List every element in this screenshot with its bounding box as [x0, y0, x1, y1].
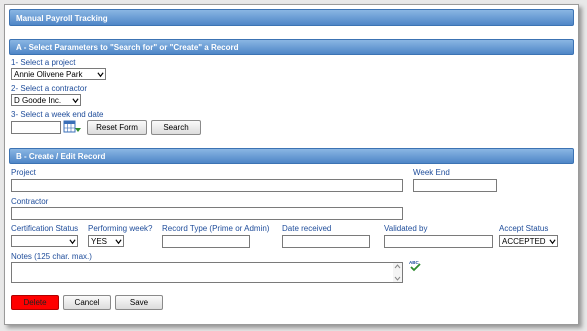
project-select-value: Annie Olivene Park — [14, 70, 83, 79]
page-title-bar: Manual Payroll Tracking — [9, 9, 574, 26]
performing-week-value: YES — [91, 237, 108, 246]
chevron-down-icon — [97, 72, 104, 78]
week-end-field-label: Week End — [413, 168, 450, 177]
payroll-form-window: Manual Payroll Tracking A - Select Param… — [4, 4, 579, 325]
delete-button[interactable]: Delete — [11, 295, 59, 310]
chevron-down-icon — [115, 239, 122, 245]
scroll-up-icon[interactable] — [394, 264, 401, 269]
project-select-label: 1- Select a project — [11, 58, 76, 67]
svg-text:ABC: ABC — [409, 260, 419, 265]
week-end-field[interactable] — [413, 179, 497, 192]
date-received-field[interactable] — [282, 235, 370, 248]
cancel-button[interactable]: Cancel — [63, 295, 111, 310]
project-select[interactable]: Annie Olivene Park — [11, 68, 106, 80]
section-a-header: A - Select Parameters to "Search for" or… — [9, 39, 574, 55]
notes-textarea[interactable] — [11, 262, 403, 283]
contractor-field[interactable] — [11, 207, 403, 220]
save-button[interactable]: Save — [115, 295, 163, 310]
week-date-label: 3- Select a week end date — [11, 110, 104, 119]
chevron-down-icon — [72, 98, 79, 104]
chevron-down-icon — [549, 239, 556, 245]
week-end-date-input[interactable] — [11, 121, 61, 134]
contractor-select-label: 2- Select a contractor — [11, 84, 88, 93]
performing-week-label: Performing week? — [88, 224, 153, 233]
section-b-header: B - Create / Edit Record — [9, 148, 574, 164]
record-type-field[interactable] — [162, 235, 250, 248]
contractor-select[interactable]: D Goode Inc. — [11, 94, 81, 106]
accept-status-value: ACCEPTED — [502, 237, 546, 246]
validated-by-field[interactable] — [384, 235, 493, 248]
page-title: Manual Payroll Tracking — [16, 14, 108, 23]
certification-status-select[interactable] — [11, 235, 78, 247]
contractor-field-label: Contractor — [11, 197, 49, 206]
spellcheck-icon[interactable]: ABC — [408, 259, 421, 272]
reset-form-button[interactable]: Reset Form — [87, 120, 147, 135]
chevron-down-icon — [69, 239, 76, 245]
date-received-label: Date received — [282, 224, 332, 233]
accept-status-label: Accept Status — [499, 224, 549, 233]
contractor-select-value: D Goode Inc. — [14, 96, 62, 105]
search-button[interactable]: Search — [151, 120, 201, 135]
record-type-label: Record Type (Prime or Admin) — [162, 224, 270, 233]
project-field[interactable] — [11, 179, 403, 192]
project-field-label: Project — [11, 168, 36, 177]
notes-scrollbar[interactable] — [393, 263, 402, 282]
performing-week-select[interactable]: YES — [88, 235, 124, 247]
section-b-title: B - Create / Edit Record — [16, 152, 106, 161]
calendar-icon[interactable] — [63, 120, 82, 135]
section-a-title: A - Select Parameters to "Search for" or… — [16, 43, 239, 52]
notes-label: Notes (125 char. max.) — [11, 252, 92, 261]
scroll-down-icon[interactable] — [394, 276, 401, 281]
certification-status-label: Certification Status — [11, 224, 79, 233]
validated-by-label: Validated by — [384, 224, 428, 233]
accept-status-select[interactable]: ACCEPTED — [499, 235, 558, 247]
